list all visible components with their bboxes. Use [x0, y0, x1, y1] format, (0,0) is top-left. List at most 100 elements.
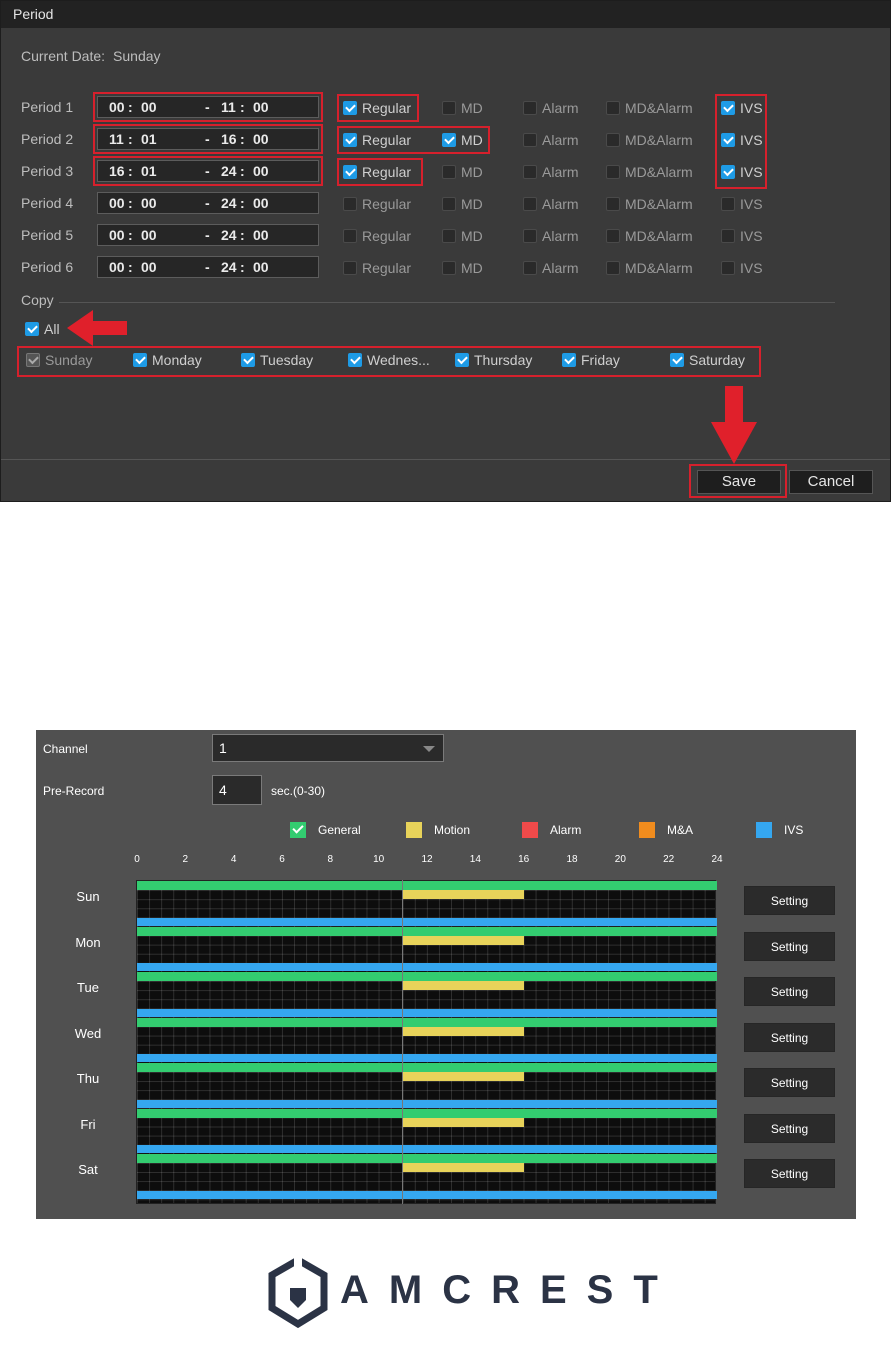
- legend-swatch: [522, 822, 538, 838]
- prerecord-input[interactable]: 4: [212, 775, 262, 805]
- md-checkbox[interactable]: MD: [442, 260, 483, 276]
- end-minute[interactable]: 00: [253, 195, 269, 211]
- checkbox-empty-icon: [606, 261, 620, 275]
- period-row-2: Period 2 11:01-16:00 Regular MD Alarm MD&Alar…: [1, 124, 890, 156]
- end-minute[interactable]: 00: [253, 163, 269, 179]
- checkbox-checked-icon: [343, 165, 357, 179]
- end-hour[interactable]: 24: [221, 227, 237, 243]
- ivs-checkbox[interactable]: IVS: [721, 132, 763, 148]
- setting-button[interactable]: Setting: [744, 1068, 835, 1097]
- end-hour[interactable]: 24: [221, 259, 237, 275]
- start-minute[interactable]: 00: [141, 195, 157, 211]
- md-checkbox[interactable]: MD: [442, 132, 483, 148]
- cancel-button[interactable]: Cancel: [789, 470, 873, 494]
- prerecord-label: Pre-Record: [43, 784, 105, 798]
- setting-button[interactable]: Setting: [744, 1113, 835, 1143]
- setting-button[interactable]: Setting: [744, 931, 835, 961]
- setting-button[interactable]: Setting: [744, 1159, 835, 1188]
- start-minute[interactable]: 00: [141, 259, 157, 275]
- period-time-input[interactable]: 00:00-24:00: [97, 256, 319, 278]
- ivs-checkbox[interactable]: IVS: [721, 196, 763, 212]
- start-hour[interactable]: 11: [109, 131, 124, 147]
- start-hour[interactable]: 00: [109, 227, 125, 243]
- md-checkbox[interactable]: MD: [442, 196, 483, 212]
- mdalarm-label: MD&Alarm: [625, 132, 693, 148]
- checkbox-checked-icon: [133, 353, 147, 367]
- md-label: MD: [461, 228, 483, 244]
- ivs-checkbox[interactable]: IVS: [721, 228, 763, 244]
- period-time-input[interactable]: 16:01-24:00: [97, 160, 319, 182]
- copy-day-checkbox[interactable]: Tuesday: [241, 352, 313, 368]
- start-hour[interactable]: 00: [109, 259, 125, 275]
- copy-day-checkbox[interactable]: Friday: [562, 352, 620, 368]
- alarm-checkbox[interactable]: Alarm: [523, 260, 579, 276]
- checkbox-empty-icon: [721, 197, 735, 211]
- end-minute[interactable]: 00: [253, 131, 269, 147]
- legend-swatch: [290, 822, 306, 838]
- alarm-checkbox[interactable]: Alarm: [523, 196, 579, 212]
- alarm-checkbox[interactable]: Alarm: [523, 164, 579, 180]
- hour-tick-label: 20: [614, 854, 626, 865]
- chevron-down-icon: [423, 746, 435, 752]
- mdalarm-checkbox[interactable]: MD&Alarm: [606, 228, 693, 244]
- copy-day-label: Saturday: [689, 352, 746, 368]
- start-hour[interactable]: 00: [109, 99, 125, 115]
- channel-select[interactable]: 1: [212, 734, 444, 762]
- start-minute[interactable]: 00: [141, 99, 157, 115]
- end-minute[interactable]: 00: [253, 259, 269, 275]
- mdalarm-checkbox[interactable]: MD&Alarm: [606, 260, 693, 276]
- start-hour[interactable]: 16: [109, 163, 125, 179]
- mdalarm-checkbox[interactable]: MD&Alarm: [606, 164, 693, 180]
- checkbox-empty-icon: [442, 261, 456, 275]
- end-hour[interactable]: 24: [221, 195, 237, 211]
- copy-day-label: Sunday: [45, 352, 93, 368]
- period-time-input[interactable]: 11:01-16:00: [97, 128, 319, 150]
- setting-button[interactable]: Setting: [744, 977, 835, 1006]
- period-time-input[interactable]: 00:00-11:00: [97, 96, 319, 118]
- copy-day-checkbox[interactable]: Thursday: [455, 352, 532, 368]
- end-minute[interactable]: 00: [253, 227, 269, 243]
- regular-checkbox[interactable]: Regular: [343, 196, 411, 212]
- end-hour[interactable]: 16: [221, 131, 237, 147]
- ivs-checkbox[interactable]: IVS: [721, 164, 763, 180]
- ivs-checkbox[interactable]: IVS: [721, 260, 763, 276]
- alarm-checkbox[interactable]: Alarm: [523, 132, 579, 148]
- setting-button[interactable]: Setting: [744, 1022, 835, 1052]
- copy-label: Copy: [21, 292, 54, 308]
- start-minute[interactable]: 00: [141, 227, 157, 243]
- regular-checkbox[interactable]: Regular: [343, 260, 411, 276]
- copy-all-checkbox[interactable]: All: [25, 321, 60, 337]
- regular-checkbox[interactable]: Regular: [343, 100, 411, 116]
- regular-checkbox[interactable]: Regular: [343, 132, 411, 148]
- save-button[interactable]: Save: [697, 470, 781, 494]
- mdalarm-checkbox[interactable]: MD&Alarm: [606, 100, 693, 116]
- regular-checkbox[interactable]: Regular: [343, 228, 411, 244]
- legend-item: Alarm: [522, 822, 581, 838]
- alarm-checkbox[interactable]: Alarm: [523, 228, 579, 244]
- period-time-input[interactable]: 00:00-24:00: [97, 224, 319, 246]
- copy-day-checkbox[interactable]: Saturday: [670, 352, 745, 368]
- regular-checkbox[interactable]: Regular: [343, 164, 411, 180]
- md-checkbox[interactable]: MD: [442, 100, 483, 116]
- copy-day-checkbox[interactable]: Wednes...: [348, 352, 430, 368]
- period-time-input[interactable]: 00:00-24:00: [97, 192, 319, 214]
- channel-label: Channel: [43, 742, 88, 756]
- alarm-checkbox[interactable]: Alarm: [523, 100, 579, 116]
- start-minute[interactable]: 01: [141, 131, 157, 147]
- mdalarm-checkbox[interactable]: MD&Alarm: [606, 132, 693, 148]
- end-minute[interactable]: 00: [253, 99, 269, 115]
- start-minute[interactable]: 01: [141, 163, 157, 179]
- ivs-checkbox[interactable]: IVS: [721, 100, 763, 116]
- end-hour[interactable]: 24: [221, 163, 237, 179]
- md-checkbox[interactable]: MD: [442, 228, 483, 244]
- copy-day-checkbox[interactable]: Sunday: [26, 352, 92, 368]
- arrow-down-icon: [711, 386, 757, 464]
- mdalarm-checkbox[interactable]: MD&Alarm: [606, 196, 693, 212]
- setting-button[interactable]: Setting: [744, 886, 835, 915]
- current-date-label: Current Date:: [21, 48, 106, 64]
- copy-day-checkbox[interactable]: Monday: [133, 352, 202, 368]
- md-checkbox[interactable]: MD: [442, 164, 483, 180]
- checkbox-checked-icon: [562, 353, 576, 367]
- end-hour[interactable]: 11: [221, 99, 236, 115]
- start-hour[interactable]: 00: [109, 195, 125, 211]
